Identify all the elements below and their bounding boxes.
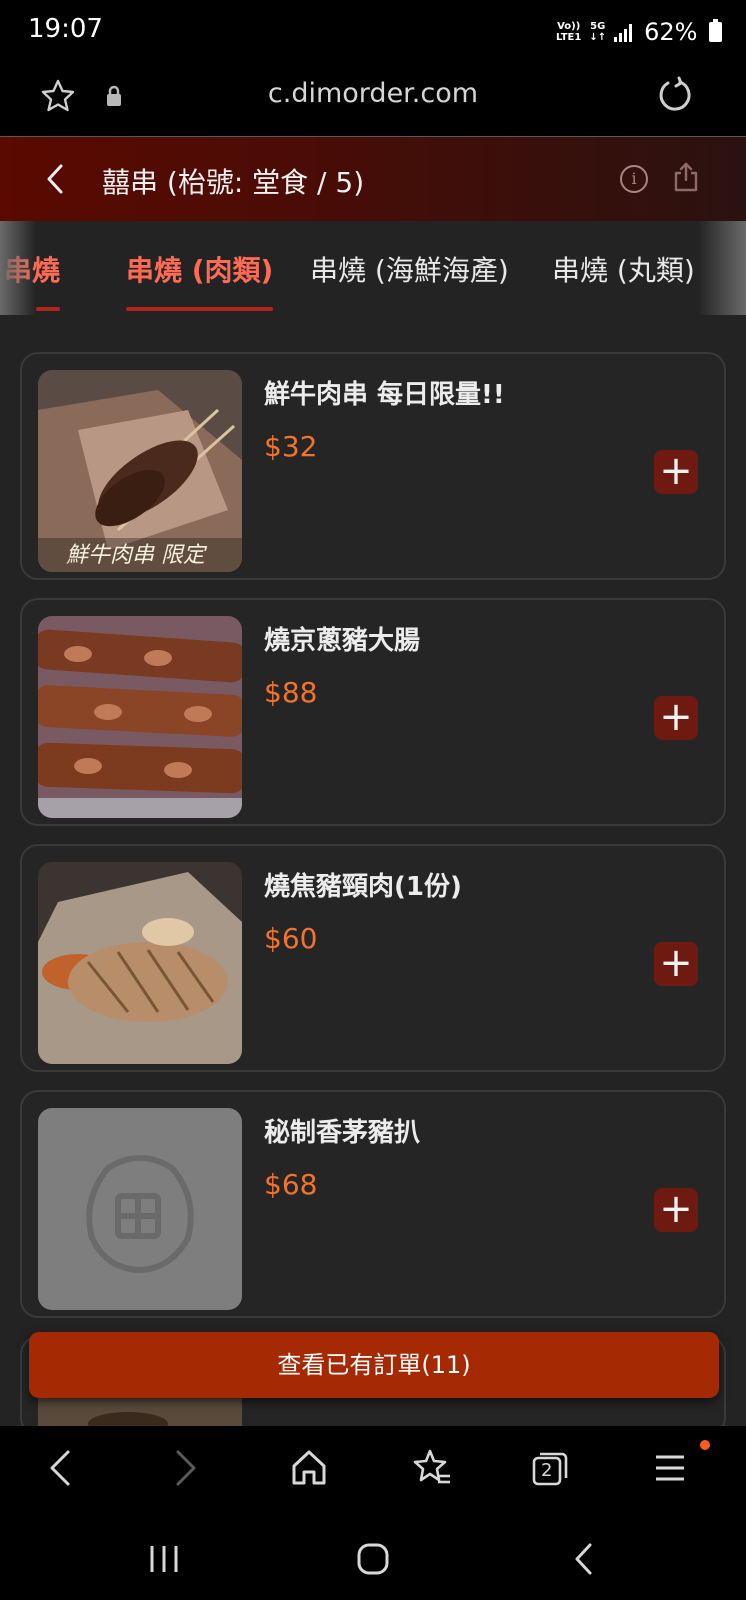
tab-count: 2	[541, 1460, 553, 1481]
menu-item-card[interactable]: 鮮牛肉串 限定 鮮牛肉串 每日限量!! $32 +	[20, 352, 726, 580]
menu-item-card[interactable]: 燒焦豬頸肉(1份) $60 +	[20, 844, 726, 1072]
tab-skewers-seafood[interactable]: 串燒 (海鮮海產)	[310, 249, 509, 289]
menu-item-card[interactable]: 燒京蔥豬大腸 $88 +	[20, 598, 726, 826]
browser-bottom-nav: 2	[0, 1426, 746, 1516]
page-title: 囍串 (枱號: 堂食 / 5)	[102, 166, 365, 199]
share-icon[interactable]	[672, 161, 700, 193]
menu-item-card[interactable]: 秘制香茅豬扒 $68 +	[20, 1090, 726, 1318]
battery-icon	[709, 19, 723, 42]
signal-bars-icon	[614, 22, 633, 42]
system-back-icon[interactable]	[572, 1542, 596, 1576]
item-photo	[38, 862, 242, 1064]
home-icon[interactable]	[290, 1448, 328, 1488]
item-photo-caption: 鮮牛肉串 限定	[66, 543, 208, 568]
tab-skewers-balls[interactable]: 串燒 (丸類)	[552, 249, 695, 289]
tabs-fade-left	[0, 221, 36, 315]
item-price: $60	[264, 922, 318, 955]
status-time: 19:07	[28, 14, 103, 44]
network-5g-indicator: 5G ↓↑	[589, 21, 607, 43]
add-item-button[interactable]: +	[654, 1188, 698, 1232]
add-item-button[interactable]: +	[654, 450, 698, 494]
browser-back-icon[interactable]	[46, 1448, 74, 1488]
item-price: $68	[264, 1168, 318, 1201]
item-price: $32	[264, 430, 318, 463]
notification-dot	[700, 1440, 710, 1450]
battery-percent: 62%	[644, 18, 698, 46]
tab-skewers-meat[interactable]: 串燒 (肉類)	[126, 249, 274, 311]
url-text[interactable]: c.dimorder.com	[0, 78, 746, 109]
menu-icon[interactable]	[654, 1448, 686, 1488]
home-button-icon[interactable]	[356, 1542, 390, 1576]
back-arrow-icon[interactable]	[44, 161, 66, 197]
signal-indicators: Vo)) LTE1 5G ↓↑ 62%	[556, 18, 723, 46]
browser-address-bar: c.dimorder.com	[0, 60, 746, 137]
item-name: 燒焦豬頸肉(1份)	[264, 872, 462, 902]
bookmarks-icon[interactable]	[412, 1448, 452, 1488]
recent-apps-icon[interactable]	[148, 1544, 180, 1574]
item-photo-placeholder	[38, 1108, 242, 1310]
item-name: 鮮牛肉串 每日限量!!	[264, 380, 505, 410]
view-orders-button[interactable]: 查看已有訂單(11)	[29, 1332, 719, 1398]
system-nav-bar	[0, 1516, 746, 1600]
category-tabs: 串燒 串燒 (肉類) 串燒 (海鮮海產) 串燒 (丸類)	[0, 221, 746, 315]
status-bar: 19:07 Vo)) LTE1 5G ↓↑ 62%	[0, 0, 746, 60]
add-item-button[interactable]: +	[654, 696, 698, 740]
item-photo: 鮮牛肉串 限定	[38, 370, 242, 572]
add-item-button[interactable]: +	[654, 942, 698, 986]
item-name: 秘制香茅豬扒	[264, 1118, 421, 1148]
tabs-fade-right	[698, 221, 746, 315]
item-name: 燒京蔥豬大腸	[264, 626, 421, 656]
browser-forward-icon[interactable]	[172, 1448, 200, 1488]
page-header: 囍串 (枱號: 堂食 / 5) i	[0, 137, 746, 221]
volte-indicator: Vo)) LTE1	[556, 21, 582, 43]
tabs-icon[interactable]: 2	[530, 1448, 570, 1488]
reload-icon[interactable]	[656, 76, 694, 114]
info-icon[interactable]: i	[620, 165, 648, 193]
item-photo	[38, 616, 242, 818]
item-price: $88	[264, 676, 318, 709]
